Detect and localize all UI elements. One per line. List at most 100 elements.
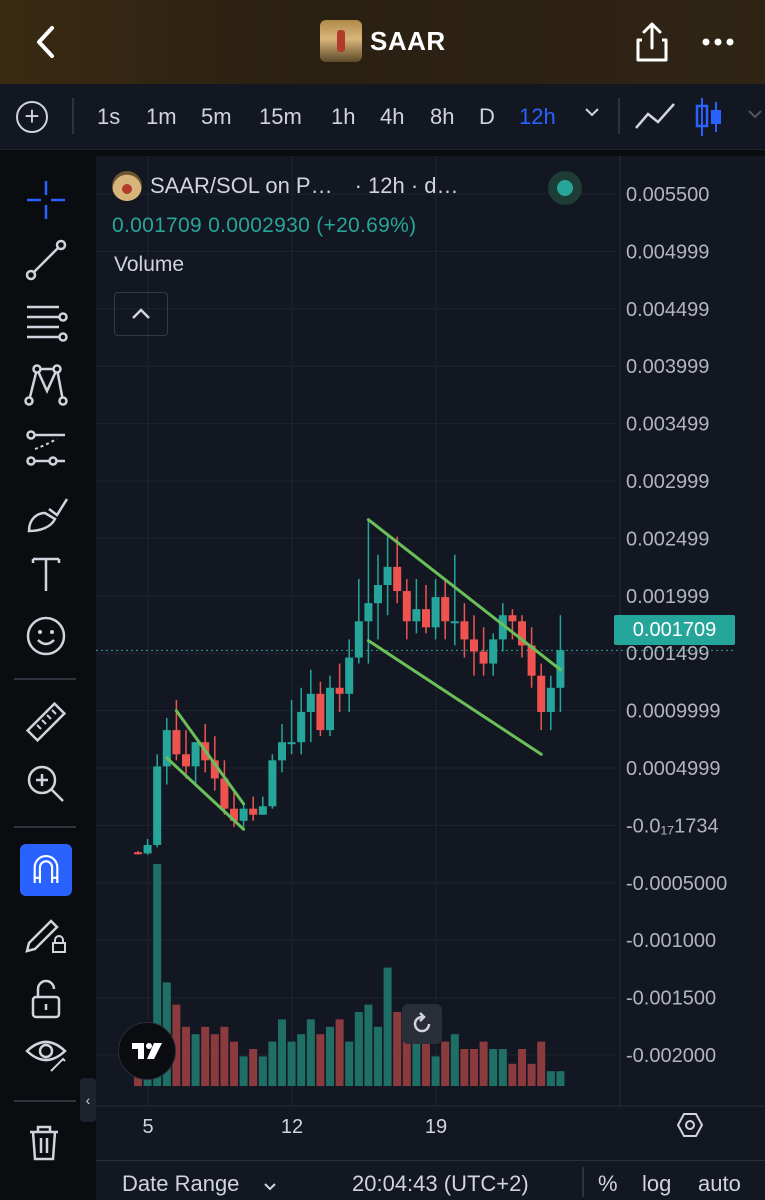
candle-body — [537, 675, 546, 712]
clock-readout[interactable]: 20:04:43 (UTC+2) — [352, 1171, 529, 1197]
tf-8h[interactable]: 8h — [430, 104, 454, 130]
crosshair-icon[interactable] — [18, 172, 74, 228]
symbol-logo — [112, 171, 142, 201]
tf-1h[interactable]: 1h — [331, 104, 355, 130]
trendline-icon[interactable] — [18, 232, 74, 288]
candle-body — [134, 852, 142, 855]
volume-bar — [287, 1041, 296, 1086]
volume-bar — [498, 1049, 507, 1086]
prediction-icon[interactable] — [18, 420, 74, 476]
volume-bar — [537, 1041, 546, 1086]
candle-body — [297, 711, 306, 743]
divider — [582, 1167, 584, 1197]
candle-body — [191, 742, 200, 767]
add-indicator-icon[interactable]: + — [16, 101, 48, 133]
symbol-legend[interactable]: SAAR/SOL on P… · 12h · d… — [112, 170, 459, 202]
chevron-down-icon[interactable] — [262, 1175, 278, 1200]
date-range-button[interactable]: Date Range — [122, 1171, 239, 1197]
candle-body — [143, 844, 152, 854]
price-axis-label: 0.002499 — [626, 528, 709, 550]
tradingview-logo[interactable] — [118, 1022, 176, 1080]
candle-body — [479, 651, 488, 664]
volume-bar — [374, 1026, 382, 1086]
candle-body — [182, 754, 190, 767]
log-toggle[interactable]: log — [642, 1171, 671, 1197]
trendline — [366, 639, 543, 756]
drawing-toolbar — [0, 150, 92, 1160]
divider — [14, 826, 76, 828]
price-axis-label: -0.002000 — [626, 1045, 716, 1067]
chart-settings-icon[interactable] — [676, 1111, 704, 1139]
line-chart-icon[interactable] — [634, 100, 676, 137]
zoom-icon[interactable] — [18, 756, 74, 812]
volume-bar — [470, 1049, 478, 1086]
candle-body — [546, 687, 555, 712]
price-axis-label: -0.001500 — [626, 988, 716, 1010]
collapse-toolbar-button[interactable]: ‹ — [80, 1078, 96, 1122]
volume-label[interactable]: Volume — [114, 253, 184, 277]
volume-bar — [297, 1034, 306, 1086]
fib-icon[interactable] — [18, 292, 74, 348]
price-axis-label: 0.001999 — [626, 586, 709, 608]
volume-bar — [316, 1034, 325, 1086]
volume-bar — [335, 1019, 344, 1086]
candle-body — [364, 603, 373, 622]
tf-1s[interactable]: 1s — [97, 104, 120, 130]
tf-15m[interactable]: 15m — [259, 104, 302, 130]
candle-body — [422, 609, 430, 628]
price-axis-label: -0.0₁₇1734 — [626, 815, 719, 837]
time-axis-label: 5 — [142, 1116, 153, 1138]
market-status-indicator[interactable] — [548, 171, 582, 205]
magnet-icon[interactable] — [20, 844, 72, 896]
reset-chart-icon[interactable] — [402, 1004, 442, 1044]
volume-bar — [345, 1041, 354, 1086]
tf-5m[interactable]: 5m — [201, 104, 232, 130]
candle-body — [278, 742, 286, 761]
divider — [618, 98, 620, 134]
volume-bar — [210, 1034, 219, 1086]
tf-1m[interactable]: 1m — [146, 104, 177, 130]
volume-bar — [546, 1071, 555, 1086]
share-icon[interactable] — [634, 20, 670, 64]
collapse-legend-button[interactable] — [114, 292, 168, 336]
more-horizontal-icon[interactable] — [702, 28, 734, 48]
price-axis-label: 0.003999 — [626, 356, 709, 378]
percent-toggle[interactable]: % — [598, 1171, 618, 1197]
candle-body — [402, 591, 411, 622]
volume-bar — [258, 1056, 267, 1086]
token-logo — [320, 20, 362, 62]
lock-draw-icon[interactable] — [18, 906, 74, 962]
eye-icon[interactable] — [18, 1024, 74, 1080]
candle-body — [268, 760, 277, 807]
candle-body — [306, 693, 315, 712]
ruler-icon[interactable] — [18, 694, 74, 750]
candle-body — [508, 615, 517, 622]
emoji-icon[interactable] — [18, 608, 74, 664]
top-bar: SAAR — [0, 0, 765, 84]
candle-body — [345, 657, 354, 694]
tf-4h[interactable]: 4h — [380, 104, 404, 130]
pattern-icon[interactable] — [18, 356, 74, 412]
volume-bar — [201, 1026, 210, 1086]
volume-bar — [239, 1056, 248, 1086]
tf-d[interactable]: D — [479, 104, 495, 130]
current-price-tag: 0.001709 — [614, 615, 735, 645]
chevron-left-icon[interactable] — [30, 22, 64, 62]
text-icon[interactable] — [18, 546, 74, 602]
candles-icon[interactable] — [694, 96, 724, 143]
candle-body — [489, 639, 498, 664]
auto-toggle[interactable]: auto — [698, 1171, 741, 1197]
chevron-down-icon[interactable] — [745, 104, 765, 129]
volume-bar — [230, 1041, 238, 1086]
volume-bar — [220, 1026, 229, 1086]
candle-body — [450, 621, 459, 624]
candle-body — [287, 742, 296, 745]
unlock-icon[interactable] — [18, 970, 74, 1026]
volume-bar — [518, 1049, 526, 1086]
brush-icon[interactable] — [18, 486, 74, 542]
trash-icon[interactable] — [24, 1122, 64, 1162]
tf-12h[interactable]: 12h — [519, 104, 556, 130]
volume-bar — [450, 1034, 459, 1086]
chevron-down-icon[interactable] — [582, 102, 602, 128]
volume-bar — [364, 1004, 373, 1086]
